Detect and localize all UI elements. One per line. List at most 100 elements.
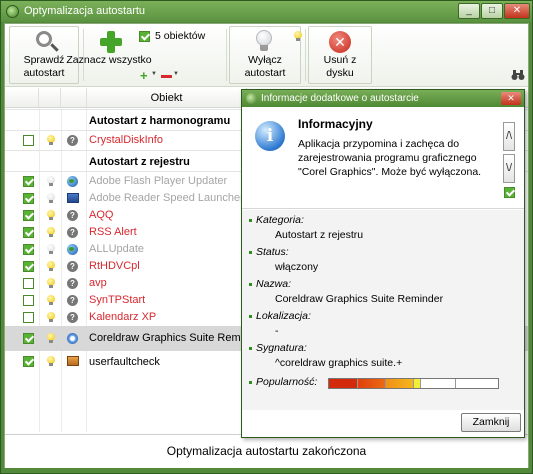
details-panel: Kategoria: Autostart z rejestru Status: … xyxy=(242,210,524,410)
lightbulb-on-icon[interactable] xyxy=(47,312,55,323)
maximize-button[interactable]: □ xyxy=(481,3,503,19)
row-checkbox[interactable] xyxy=(23,278,34,289)
item-name: CrystalDiskInfo xyxy=(89,134,163,146)
status-value: włączony xyxy=(275,261,319,273)
select-all-group: 5 obiektów Zaznacz wszystko + ▼ ▼ xyxy=(66,26,221,84)
remove-from-disk-button[interactable]: ✕ Usuń z dysku xyxy=(308,26,372,84)
magnifier-icon xyxy=(36,31,52,47)
item-name: RtHDVCpl xyxy=(89,260,140,272)
lightbulb-on-icon[interactable] xyxy=(47,227,55,238)
popularity-segment xyxy=(358,379,386,388)
unknown-icon: ? xyxy=(67,227,78,238)
item-name: Kalendarz XP xyxy=(89,311,157,323)
lightbulb-off-icon[interactable] xyxy=(47,176,55,187)
popularity-bar xyxy=(328,378,499,389)
main-window: Optymalizacja autostartu _ □ ✕ Sprawdź a… xyxy=(0,0,533,474)
app-icon xyxy=(6,5,19,18)
minimize-button[interactable]: _ xyxy=(458,3,480,19)
group-label: Autostart z harmonogramu xyxy=(89,115,231,127)
toolbar: Sprawdź autostart 5 obiektów Zaznacz wsz… xyxy=(5,24,528,87)
category-label: Kategoria: xyxy=(249,214,304,226)
object-column-header[interactable]: Obiekt xyxy=(87,88,247,108)
select-all-label[interactable]: Zaznacz wszystko xyxy=(59,54,159,67)
status-label: Status: xyxy=(249,246,289,258)
lightbulb-off-icon[interactable] xyxy=(47,244,55,255)
row-checkbox[interactable] xyxy=(23,135,34,146)
row-checkbox[interactable] xyxy=(23,193,34,204)
popularity-divider xyxy=(420,379,421,388)
disable-autostart-button[interactable]: Wyłącz autostart xyxy=(229,26,302,84)
row-checkbox[interactable] xyxy=(23,312,34,323)
unknown-icon: ? xyxy=(67,312,78,323)
globe-icon xyxy=(67,176,78,187)
add-small-icon[interactable]: + xyxy=(140,68,148,83)
unknown-icon: ? xyxy=(67,261,78,272)
info-panel: i Informacyjny Aplikacja przypomina i za… xyxy=(242,107,524,209)
row-checkbox[interactable] xyxy=(23,244,34,255)
row-checkbox[interactable] xyxy=(23,333,34,344)
row-checkbox[interactable] xyxy=(23,295,34,306)
row-checkbox[interactable] xyxy=(23,356,34,367)
item-name: Coreldraw Graphics Suite Reminder xyxy=(89,332,266,344)
close-dialog-button[interactable]: ✕ xyxy=(501,92,521,105)
lightbulb-on-icon[interactable] xyxy=(47,356,55,367)
close-button[interactable]: Zamknij xyxy=(461,413,521,432)
unknown-icon: ? xyxy=(67,295,78,306)
category-value: Autostart z rejestru xyxy=(275,229,364,241)
disable-autostart-label: Wyłącz autostart xyxy=(244,54,286,79)
lightbulb-on-icon[interactable] xyxy=(47,278,55,289)
title-bar[interactable]: Optymalizacja autostartu _ □ ✕ xyxy=(1,1,532,22)
item-name: SynTPStart xyxy=(89,294,146,306)
remove-small-icon[interactable] xyxy=(161,75,172,78)
app-icon xyxy=(246,93,257,104)
info-title: Informacyjny xyxy=(298,117,373,131)
info-checkbox[interactable] xyxy=(504,187,515,198)
details-dialog: Informacje dodatkowe o autostarcie ✕ i I… xyxy=(241,89,525,438)
info-icon: i xyxy=(255,121,285,151)
reader-icon xyxy=(67,193,79,203)
popularity-label: Popularność: xyxy=(248,376,318,388)
row-checkbox[interactable] xyxy=(23,210,34,221)
info-description: Aplikacja przypomina i zachęca do zareje… xyxy=(298,138,482,178)
status-bar: Optymalizacja autostartu zakończona xyxy=(5,434,528,468)
row-checkbox[interactable] xyxy=(23,176,34,187)
item-name: RSS Alert xyxy=(89,226,137,238)
remove-from-disk-label: Usuń z dysku xyxy=(323,54,357,79)
binoculars-icon[interactable] xyxy=(511,69,525,81)
item-name: Adobe Flash Player Updater xyxy=(89,175,228,187)
selected-count: 5 obiektów xyxy=(155,30,206,42)
lightbulb-small-icon xyxy=(294,31,302,42)
popularity-divider xyxy=(455,379,456,388)
lightbulb-off-icon[interactable] xyxy=(47,193,55,204)
dialog-title: Informacje dodatkowe o autostarcie xyxy=(261,93,419,104)
chevron-down-icon[interactable]: ▼ xyxy=(151,71,157,77)
item-name: userfaultcheck xyxy=(89,356,160,368)
window-title: Optymalizacja autostartu xyxy=(24,5,146,17)
dialog-title-bar[interactable]: Informacje dodatkowe o autostarcie ✕ xyxy=(242,90,524,107)
scroll-up-button[interactable]: /\ xyxy=(503,122,515,151)
item-name: avp xyxy=(89,277,107,289)
plus-icon[interactable] xyxy=(100,31,122,53)
close-window-button[interactable]: ✕ xyxy=(504,3,530,19)
location-value: - xyxy=(275,325,279,337)
group-label: Autostart z rejestru xyxy=(89,156,190,168)
name-value: Coreldraw Graphics Suite Reminder xyxy=(275,293,444,305)
unknown-icon: ? xyxy=(67,278,78,289)
row-checkbox[interactable] xyxy=(23,227,34,238)
lightbulb-on-icon[interactable] xyxy=(47,295,55,306)
row-checkbox[interactable] xyxy=(23,261,34,272)
coreldraw-icon xyxy=(67,333,78,344)
popularity-segment xyxy=(386,379,414,388)
signature-value: ^coreldraw graphics suite.+ xyxy=(275,357,403,369)
package-icon xyxy=(67,356,79,366)
count-checkbox[interactable] xyxy=(139,31,150,42)
scroll-down-button[interactable]: \/ xyxy=(503,154,515,183)
lightbulb-on-icon[interactable] xyxy=(47,210,55,221)
lightbulb-on-icon[interactable] xyxy=(47,261,55,272)
chevron-down-icon-2[interactable]: ▼ xyxy=(173,71,179,77)
unknown-icon: ? xyxy=(67,135,78,146)
item-name: Adobe Reader Speed Launcher xyxy=(89,192,244,204)
lightbulb-on-icon[interactable] xyxy=(47,333,55,344)
item-name: AQQ xyxy=(89,209,114,221)
lightbulb-on-icon[interactable] xyxy=(47,135,55,146)
